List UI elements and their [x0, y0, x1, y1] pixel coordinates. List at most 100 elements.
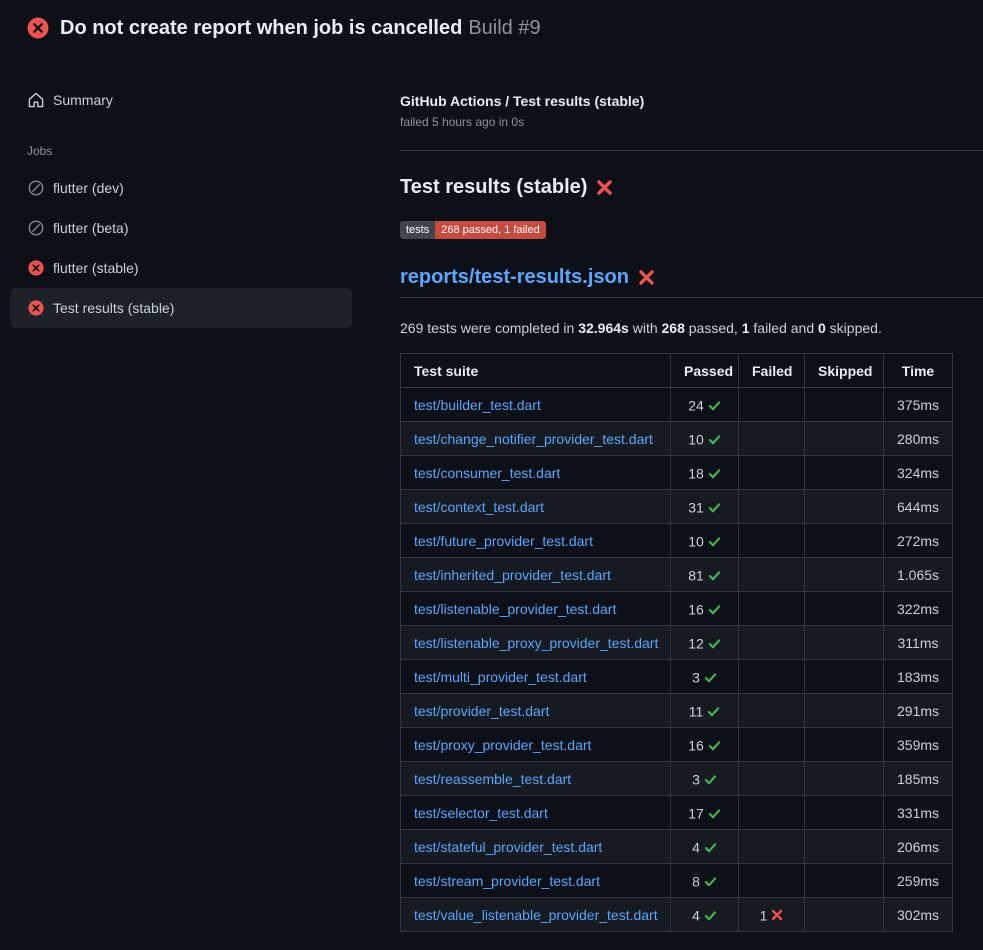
test-suite-link[interactable]: test/future_provider_test.dart: [414, 533, 593, 549]
time-value: 322ms: [884, 592, 953, 626]
failed-icon: [28, 260, 44, 276]
test-suite-link[interactable]: test/proxy_provider_test.dart: [414, 737, 591, 753]
failed-cell: [739, 864, 805, 898]
red-x-icon: [638, 269, 655, 286]
skipped-cell: [805, 490, 884, 524]
test-suite-link[interactable]: test/context_test.dart: [414, 499, 544, 515]
failed-cell: [739, 388, 805, 422]
badge-value: 268 passed, 1 failed: [435, 221, 545, 239]
skipped-cell: [805, 898, 884, 932]
failed-cell: [739, 626, 805, 660]
skipped-cell: [805, 728, 884, 762]
check-icon: [708, 467, 721, 480]
table-row: test/reassemble_test.dart3185ms: [401, 762, 953, 796]
breadcrumb: GitHub Actions / Test results (stable): [400, 93, 983, 109]
failed-cell: [739, 456, 805, 490]
sidebar-item-job[interactable]: flutter (dev): [10, 168, 352, 208]
time-value: 375ms: [884, 388, 953, 422]
test-suite-link[interactable]: test/consumer_test.dart: [414, 465, 560, 481]
sidebar-item-job[interactable]: flutter (stable): [10, 248, 352, 288]
col-header-skipped: Skipped: [805, 354, 884, 388]
check-title: Test results (stable): [400, 176, 983, 199]
test-suite-link[interactable]: test/provider_test.dart: [414, 703, 549, 719]
table-header-row: Test suite Passed Failed Skipped Time: [401, 354, 953, 388]
test-suite-link[interactable]: test/multi_provider_test.dart: [414, 669, 587, 685]
check-icon: [708, 433, 721, 446]
time-value: 359ms: [884, 728, 953, 762]
test-suite-link[interactable]: test/listenable_proxy_provider_test.dart: [414, 635, 658, 651]
job-label: flutter (dev): [53, 180, 124, 196]
skipped-cell: [805, 660, 884, 694]
passed-count: 81: [688, 567, 704, 583]
red-x-icon: [596, 179, 613, 196]
passed-cell: 3: [671, 762, 739, 796]
passed-count: 10: [688, 431, 704, 447]
results-table-body: test/builder_test.dart 24 375ms test/change…: [401, 388, 953, 932]
skipped-cell: [805, 864, 884, 898]
table-row: test/inherited_provider_test.dart 81 1.065…: [401, 558, 953, 592]
passed-cell: 31: [671, 490, 739, 524]
table-row: test/stateful_provider_test.dart4206ms: [401, 830, 953, 864]
time-value: 644ms: [884, 490, 953, 524]
job-label: flutter (beta): [53, 220, 128, 236]
tests-badge: tests 268 passed, 1 failed: [400, 221, 546, 239]
test-suite-link[interactable]: test/builder_test.dart: [414, 397, 541, 413]
test-suite-link[interactable]: test/selector_test.dart: [414, 805, 548, 821]
check-icon: [708, 501, 721, 514]
failed-cell: 1: [739, 898, 805, 932]
passed-cell: 16: [671, 728, 739, 762]
check-header: Do not create report when job is cancell…: [0, 0, 983, 56]
skipped-cell: [805, 830, 884, 864]
sidebar: Summary Jobs flutter (dev)flutter (beta)…: [0, 56, 400, 328]
test-suite-link[interactable]: test/stream_provider_test.dart: [414, 873, 600, 889]
passed-count: 12: [688, 635, 704, 651]
passed-cell: 8: [671, 864, 739, 898]
skipped-cell: [805, 796, 884, 830]
test-suite-link[interactable]: test/value_listenable_provider_test.dart: [414, 907, 658, 923]
skipped-cell: [805, 762, 884, 796]
passed-count: 18: [688, 465, 704, 481]
failed-cell: [739, 558, 805, 592]
test-suite-link[interactable]: test/reassemble_test.dart: [414, 771, 571, 787]
test-suite-link[interactable]: test/change_notifier_provider_test.dart: [414, 431, 653, 447]
sidebar-item-job[interactable]: flutter (beta): [10, 208, 352, 248]
passed-count: 16: [688, 737, 704, 753]
main-panel: GitHub Actions / Test results (stable) f…: [400, 56, 983, 932]
summary-skipped: 0: [818, 320, 826, 336]
passed-cell: 10: [671, 524, 739, 558]
passed-count: 3: [692, 669, 700, 685]
col-header-time: Time: [884, 354, 953, 388]
passed-count: 4: [692, 907, 700, 923]
time-value: 1.065s: [884, 558, 953, 592]
time-value: 331ms: [884, 796, 953, 830]
passed-count: 16: [688, 601, 704, 617]
passed-cell: 11: [671, 694, 739, 728]
passed-cell: 10: [671, 422, 739, 456]
test-suite-link[interactable]: test/stateful_provider_test.dart: [414, 839, 602, 855]
cancelled-icon: [28, 220, 44, 236]
report-title: reports/test-results.json: [400, 266, 983, 298]
table-row: test/context_test.dart 31 644ms: [401, 490, 953, 524]
passed-count: 17: [688, 805, 704, 821]
failed-cell: [739, 796, 805, 830]
skipped-cell: [805, 524, 884, 558]
col-header-failed: Failed: [739, 354, 805, 388]
test-suite-link[interactable]: test/inherited_provider_test.dart: [414, 567, 611, 583]
table-row: test/value_listenable_provider_test.dart…: [401, 898, 953, 932]
failed-cell: [739, 694, 805, 728]
check-icon: [704, 841, 717, 854]
sidebar-item-summary[interactable]: Summary: [10, 82, 352, 118]
check-icon: [708, 535, 721, 548]
passed-cell: 16: [671, 592, 739, 626]
job-label: Test results (stable): [53, 300, 174, 316]
time-value: 311ms: [884, 626, 953, 660]
time-value: 280ms: [884, 422, 953, 456]
cancelled-icon: [28, 180, 44, 196]
time-value: 259ms: [884, 864, 953, 898]
passed-cell: 12: [671, 626, 739, 660]
passed-cell: 24: [671, 388, 739, 422]
summary-passed: 268: [662, 320, 685, 336]
sidebar-item-job[interactable]: Test results (stable): [10, 288, 352, 328]
report-file-link[interactable]: reports/test-results.json: [400, 266, 629, 289]
test-suite-link[interactable]: test/listenable_provider_test.dart: [414, 601, 616, 617]
